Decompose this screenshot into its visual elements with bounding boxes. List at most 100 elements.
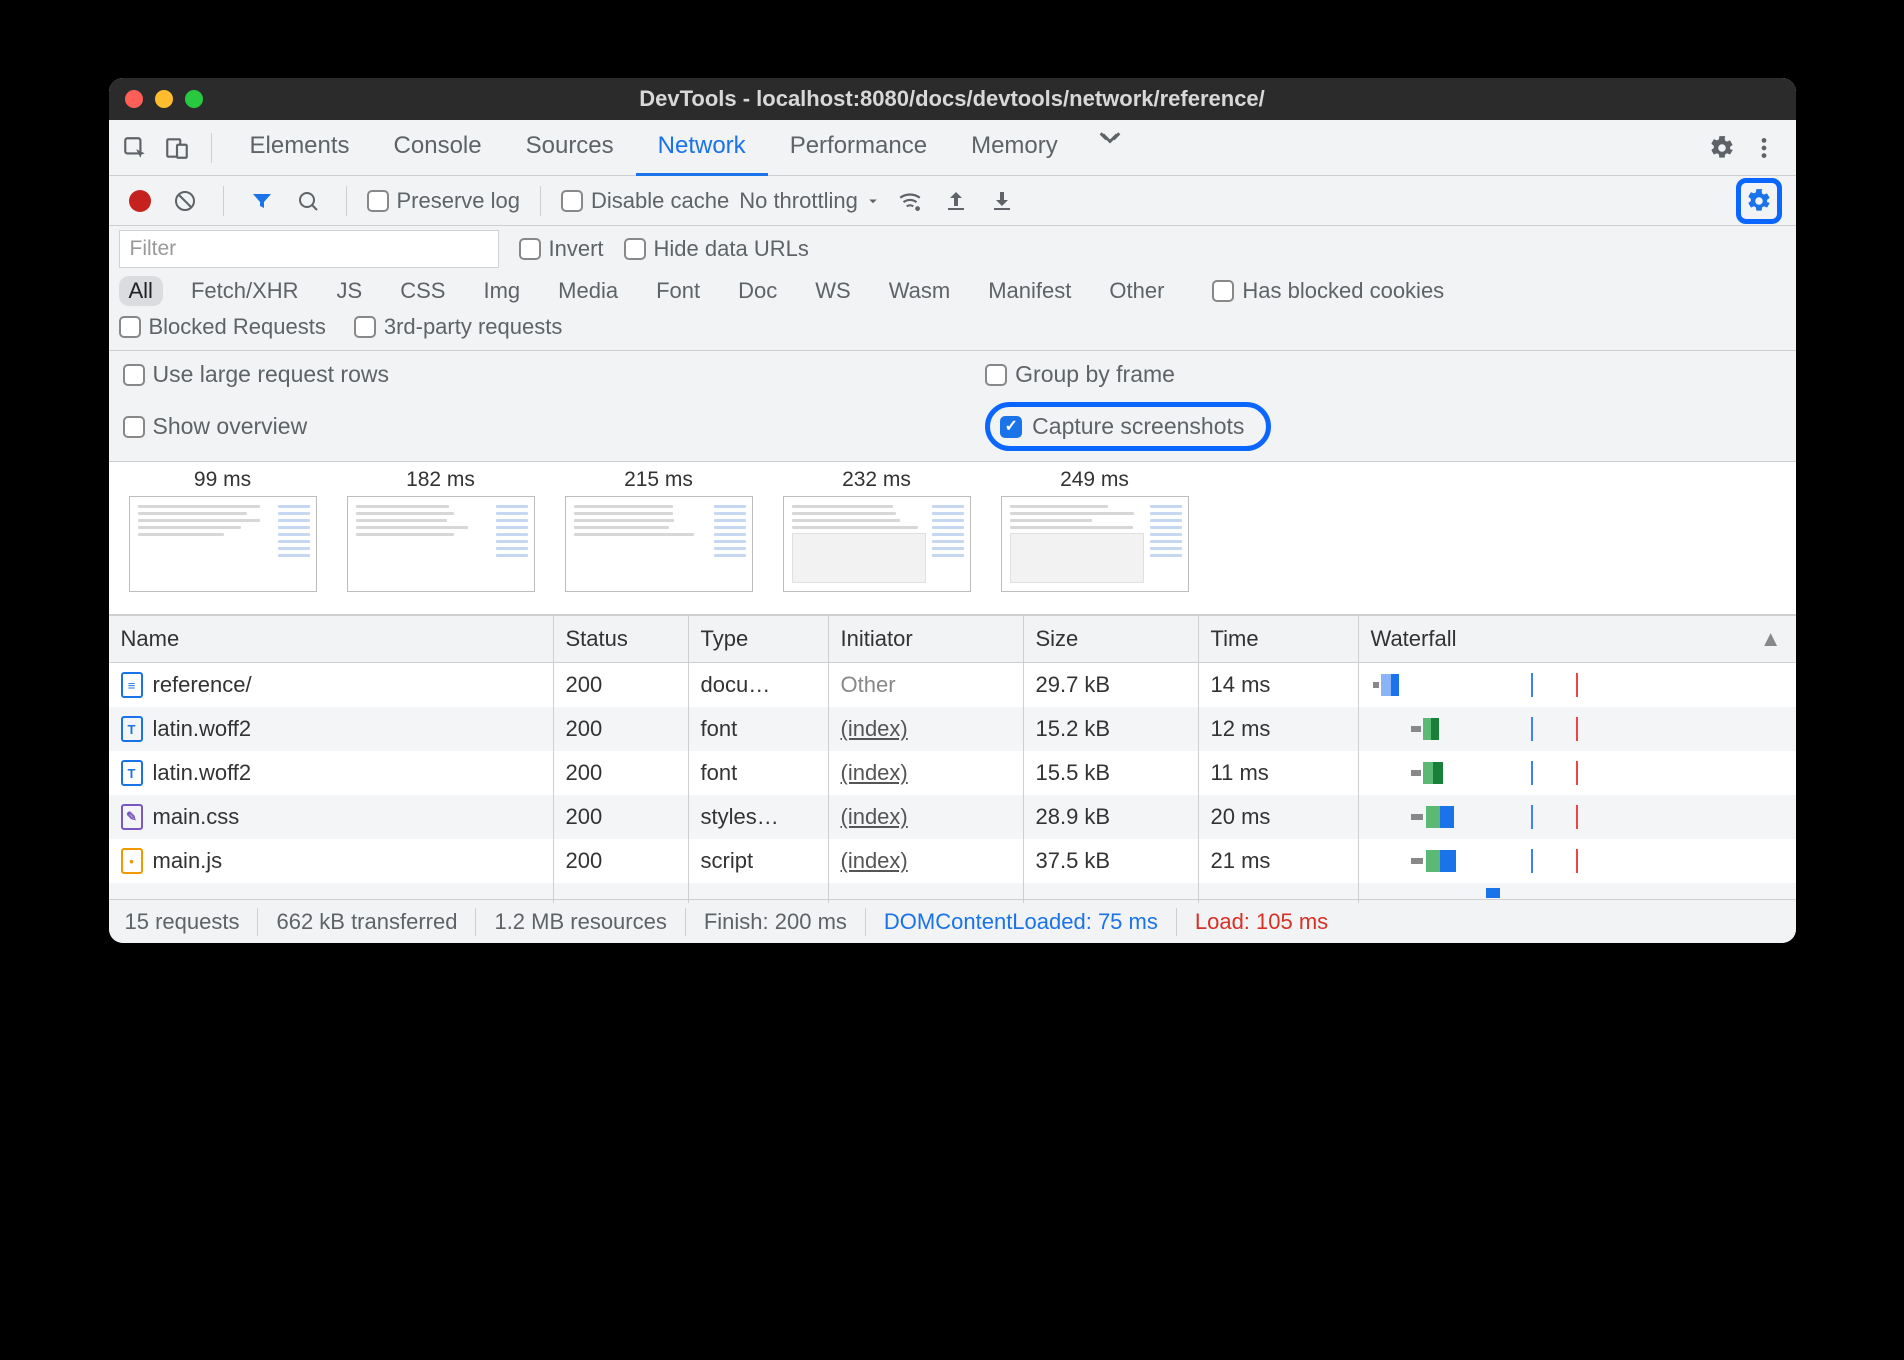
tab-sources[interactable]: Sources	[504, 120, 636, 176]
request-row[interactable]: Tlatin.woff2200font(index)15.2 kB12 ms	[109, 707, 1796, 751]
filter-input[interactable]: Filter	[119, 230, 499, 268]
filter-icon[interactable]	[244, 183, 280, 219]
filmstrip-label: 232 ms	[783, 468, 971, 492]
device-toggle-icon[interactable]	[159, 130, 195, 166]
type-ws[interactable]: WS	[805, 276, 860, 306]
font-file-icon: T	[121, 716, 143, 742]
col-name[interactable]: Name	[109, 616, 554, 662]
blocked-requests-checkbox[interactable]: Blocked Requests	[119, 314, 326, 340]
wifi-conditions-icon[interactable]	[892, 183, 928, 219]
has-blocked-cookies-checkbox[interactable]: Has blocked cookies	[1212, 278, 1444, 304]
request-row[interactable]: ≡reference/200docu…Other29.7 kB14 ms	[109, 663, 1796, 707]
col-size[interactable]: Size	[1024, 616, 1199, 662]
filmstrip-frame[interactable]: 182 ms	[347, 468, 535, 592]
kebab-menu-icon[interactable]	[1746, 130, 1782, 166]
close-window-button[interactable]	[125, 90, 143, 108]
large-rows-checkbox[interactable]: Use large request rows	[123, 361, 986, 388]
invert-checkbox[interactable]: Invert	[519, 236, 604, 262]
filter-placeholder: Filter	[130, 237, 177, 261]
type-manifest[interactable]: Manifest	[978, 276, 1081, 306]
filmstrip-label: 182 ms	[347, 468, 535, 492]
request-row[interactable]	[109, 883, 1796, 899]
type-media[interactable]: Media	[548, 276, 628, 306]
request-time: 21 ms	[1199, 839, 1359, 883]
group-by-frame-checkbox[interactable]: Group by frame	[985, 361, 1781, 388]
zoom-window-button[interactable]	[185, 90, 203, 108]
type-wasm[interactable]: Wasm	[879, 276, 961, 306]
request-row[interactable]: Tlatin.woff2200font(index)15.5 kB11 ms	[109, 751, 1796, 795]
preserve-log-checkbox[interactable]: Preserve log	[367, 188, 521, 214]
request-name: latin.woff2	[153, 760, 252, 786]
status-bar: 15 requests 662 kB transferred 1.2 MB re…	[109, 899, 1796, 943]
tab-performance[interactable]: Performance	[768, 120, 949, 176]
request-time: 14 ms	[1199, 663, 1359, 707]
throttle-select[interactable]: No throttling	[739, 188, 882, 214]
third-party-checkbox[interactable]: 3rd-party requests	[354, 314, 563, 340]
sort-indicator-icon: ▲	[1760, 626, 1782, 652]
request-initiator[interactable]: (index)	[841, 848, 908, 874]
tab-console[interactable]: Console	[372, 120, 504, 176]
tab-elements[interactable]: Elements	[228, 120, 372, 176]
type-fetchxhr[interactable]: Fetch/XHR	[181, 276, 309, 306]
col-initiator[interactable]: Initiator	[829, 616, 1024, 662]
request-type: styles…	[689, 795, 829, 839]
request-initiator[interactable]: (index)	[841, 804, 908, 830]
type-js[interactable]: JS	[327, 276, 373, 306]
tab-network[interactable]: Network	[636, 120, 768, 176]
col-type[interactable]: Type	[689, 616, 829, 662]
request-name: main.js	[153, 848, 223, 874]
status-dcl: DOMContentLoaded: 75 ms	[884, 909, 1158, 935]
filmstrip: 99 ms 182 ms 215 ms 232 ms 249 ms	[109, 462, 1796, 615]
filmstrip-frame[interactable]: 249 ms	[1001, 468, 1189, 592]
window-title: DevTools - localhost:8080/docs/devtools/…	[109, 86, 1796, 112]
status-requests: 15 requests	[125, 909, 240, 935]
network-toolbar: Preserve log Disable cache No throttling	[109, 176, 1796, 226]
type-doc[interactable]: Doc	[728, 276, 787, 306]
inspect-icon[interactable]	[117, 130, 153, 166]
filmstrip-thumbnail	[565, 496, 753, 592]
request-name: latin.woff2	[153, 716, 252, 742]
col-status[interactable]: Status	[554, 616, 689, 662]
minimize-window-button[interactable]	[155, 90, 173, 108]
request-waterfall	[1359, 839, 1796, 883]
status-finish: Finish: 200 ms	[704, 909, 847, 935]
record-button[interactable]	[129, 190, 151, 212]
filmstrip-frame[interactable]: 232 ms	[783, 468, 971, 592]
network-settings-button[interactable]	[1736, 178, 1782, 224]
more-tabs-icon[interactable]	[1092, 120, 1128, 156]
clear-icon[interactable]	[167, 183, 203, 219]
request-size: 29.7 kB	[1024, 663, 1199, 707]
disable-cache-label: Disable cache	[591, 188, 729, 214]
filmstrip-frame[interactable]: 215 ms	[565, 468, 753, 592]
disable-cache-checkbox[interactable]: Disable cache	[561, 188, 729, 214]
request-row[interactable]: ✎main.css200styles…(index)28.9 kB20 ms	[109, 795, 1796, 839]
download-har-icon[interactable]	[984, 183, 1020, 219]
filter-bar: Filter Invert Hide data URLs All Fetch/X…	[109, 226, 1796, 351]
tab-memory[interactable]: Memory	[949, 120, 1080, 176]
filmstrip-thumbnail	[347, 496, 535, 592]
traffic-lights	[125, 90, 203, 108]
col-waterfall[interactable]: Waterfall ▲	[1359, 616, 1796, 662]
request-row[interactable]: •main.js200script(index)37.5 kB21 ms	[109, 839, 1796, 883]
upload-har-icon[interactable]	[938, 183, 974, 219]
request-status: 200	[554, 751, 689, 795]
type-all[interactable]: All	[119, 276, 163, 306]
show-overview-checkbox[interactable]: Show overview	[123, 413, 986, 440]
request-initiator[interactable]: (index)	[841, 760, 908, 786]
search-icon[interactable]	[290, 183, 326, 219]
request-initiator[interactable]: (index)	[841, 716, 908, 742]
type-font[interactable]: Font	[646, 276, 710, 306]
request-size: 28.9 kB	[1024, 795, 1199, 839]
settings-gear-icon[interactable]	[1704, 130, 1740, 166]
type-css[interactable]: CSS	[390, 276, 455, 306]
divider	[211, 133, 212, 163]
request-initiator: Other	[841, 672, 896, 698]
filmstrip-frame[interactable]: 99 ms	[129, 468, 317, 592]
capture-screenshots-checkbox[interactable]: Capture screenshots	[985, 402, 1271, 451]
col-time[interactable]: Time	[1199, 616, 1359, 662]
type-other[interactable]: Other	[1099, 276, 1174, 306]
hide-data-urls-checkbox[interactable]: Hide data URLs	[624, 236, 809, 262]
request-name: reference/	[153, 672, 252, 698]
type-img[interactable]: Img	[473, 276, 530, 306]
main-tabbar: Elements Console Sources Network Perform…	[109, 120, 1796, 176]
